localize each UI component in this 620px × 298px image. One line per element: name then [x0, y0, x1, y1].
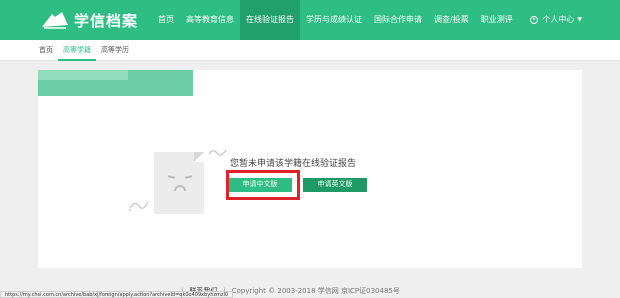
logo[interactable]: 学信档案 — [40, 9, 138, 31]
nav-item-degree-transcript-certification[interactable]: 学历与成绩认证 — [300, 0, 368, 40]
nav-item-home[interactable]: 首页 — [152, 0, 180, 40]
user-center-label: 个人中心 — [542, 15, 575, 24]
logo-text: 学信档案 — [74, 11, 139, 30]
blurred-banner-highlight — [38, 70, 128, 80]
apply-english-version-button[interactable]: 申请英文版 — [303, 178, 367, 192]
main-nav: 首页 高等教育信息 在线验证报告 学历与成绩认证 国际合作申请 调查/投票 职业… — [152, 0, 519, 40]
main-panel: 您暂未申请该学籍在线验证报告 申请中文版 申请英文版 — [38, 70, 582, 268]
document-icon — [154, 152, 204, 214]
browser-status-url: https://my.chsi.com.cn/archive/bab/xj/fo… — [0, 291, 234, 298]
subnav: 首页 高等学籍 高等学历 — [34, 40, 134, 61]
nav-item-online-verification-report[interactable]: 在线验证报告 — [240, 0, 300, 40]
chevron-down-icon: ▼ — [577, 16, 582, 23]
no-report-message: 您暂未申请该学籍在线验证报告 — [230, 159, 357, 169]
subnav-item-higher-degree[interactable]: 高等学历 — [96, 40, 134, 61]
subnav-item-higher-enrollment[interactable]: 高等学籍 — [58, 40, 96, 61]
top-navigation-bar: 学信档案 首页 高等教育信息 在线验证报告 学历与成绩认证 国际合作申请 调查/… — [0, 0, 620, 40]
user-center-menu[interactable]: 个人中心 ▼ — [530, 0, 582, 40]
blurred-banner — [38, 70, 193, 96]
sad-face-icon — [167, 175, 193, 192]
copyright-text: Copyright © 2003-2018 学信网 京ICP证030485号 — [231, 287, 400, 295]
squiggle-decoration-icon — [208, 149, 227, 156]
highlight-annotation-box — [226, 170, 300, 200]
book-logo-icon — [42, 12, 68, 29]
subnav-item-home[interactable]: 首页 — [34, 40, 58, 61]
sub-navigation-bar: 首页 高等学籍 高等学历 — [0, 40, 620, 61]
nav-item-higher-education-info[interactable]: 高等教育信息 — [180, 0, 240, 40]
nav-item-survey-vote[interactable]: 调查/投票 — [428, 0, 475, 40]
nav-item-international-cooperation[interactable]: 国际合作申请 — [368, 0, 428, 40]
squiggle-decoration-icon — [129, 201, 149, 211]
user-icon — [530, 16, 539, 24]
nav-item-career-assessment[interactable]: 职业测评 — [475, 0, 519, 40]
